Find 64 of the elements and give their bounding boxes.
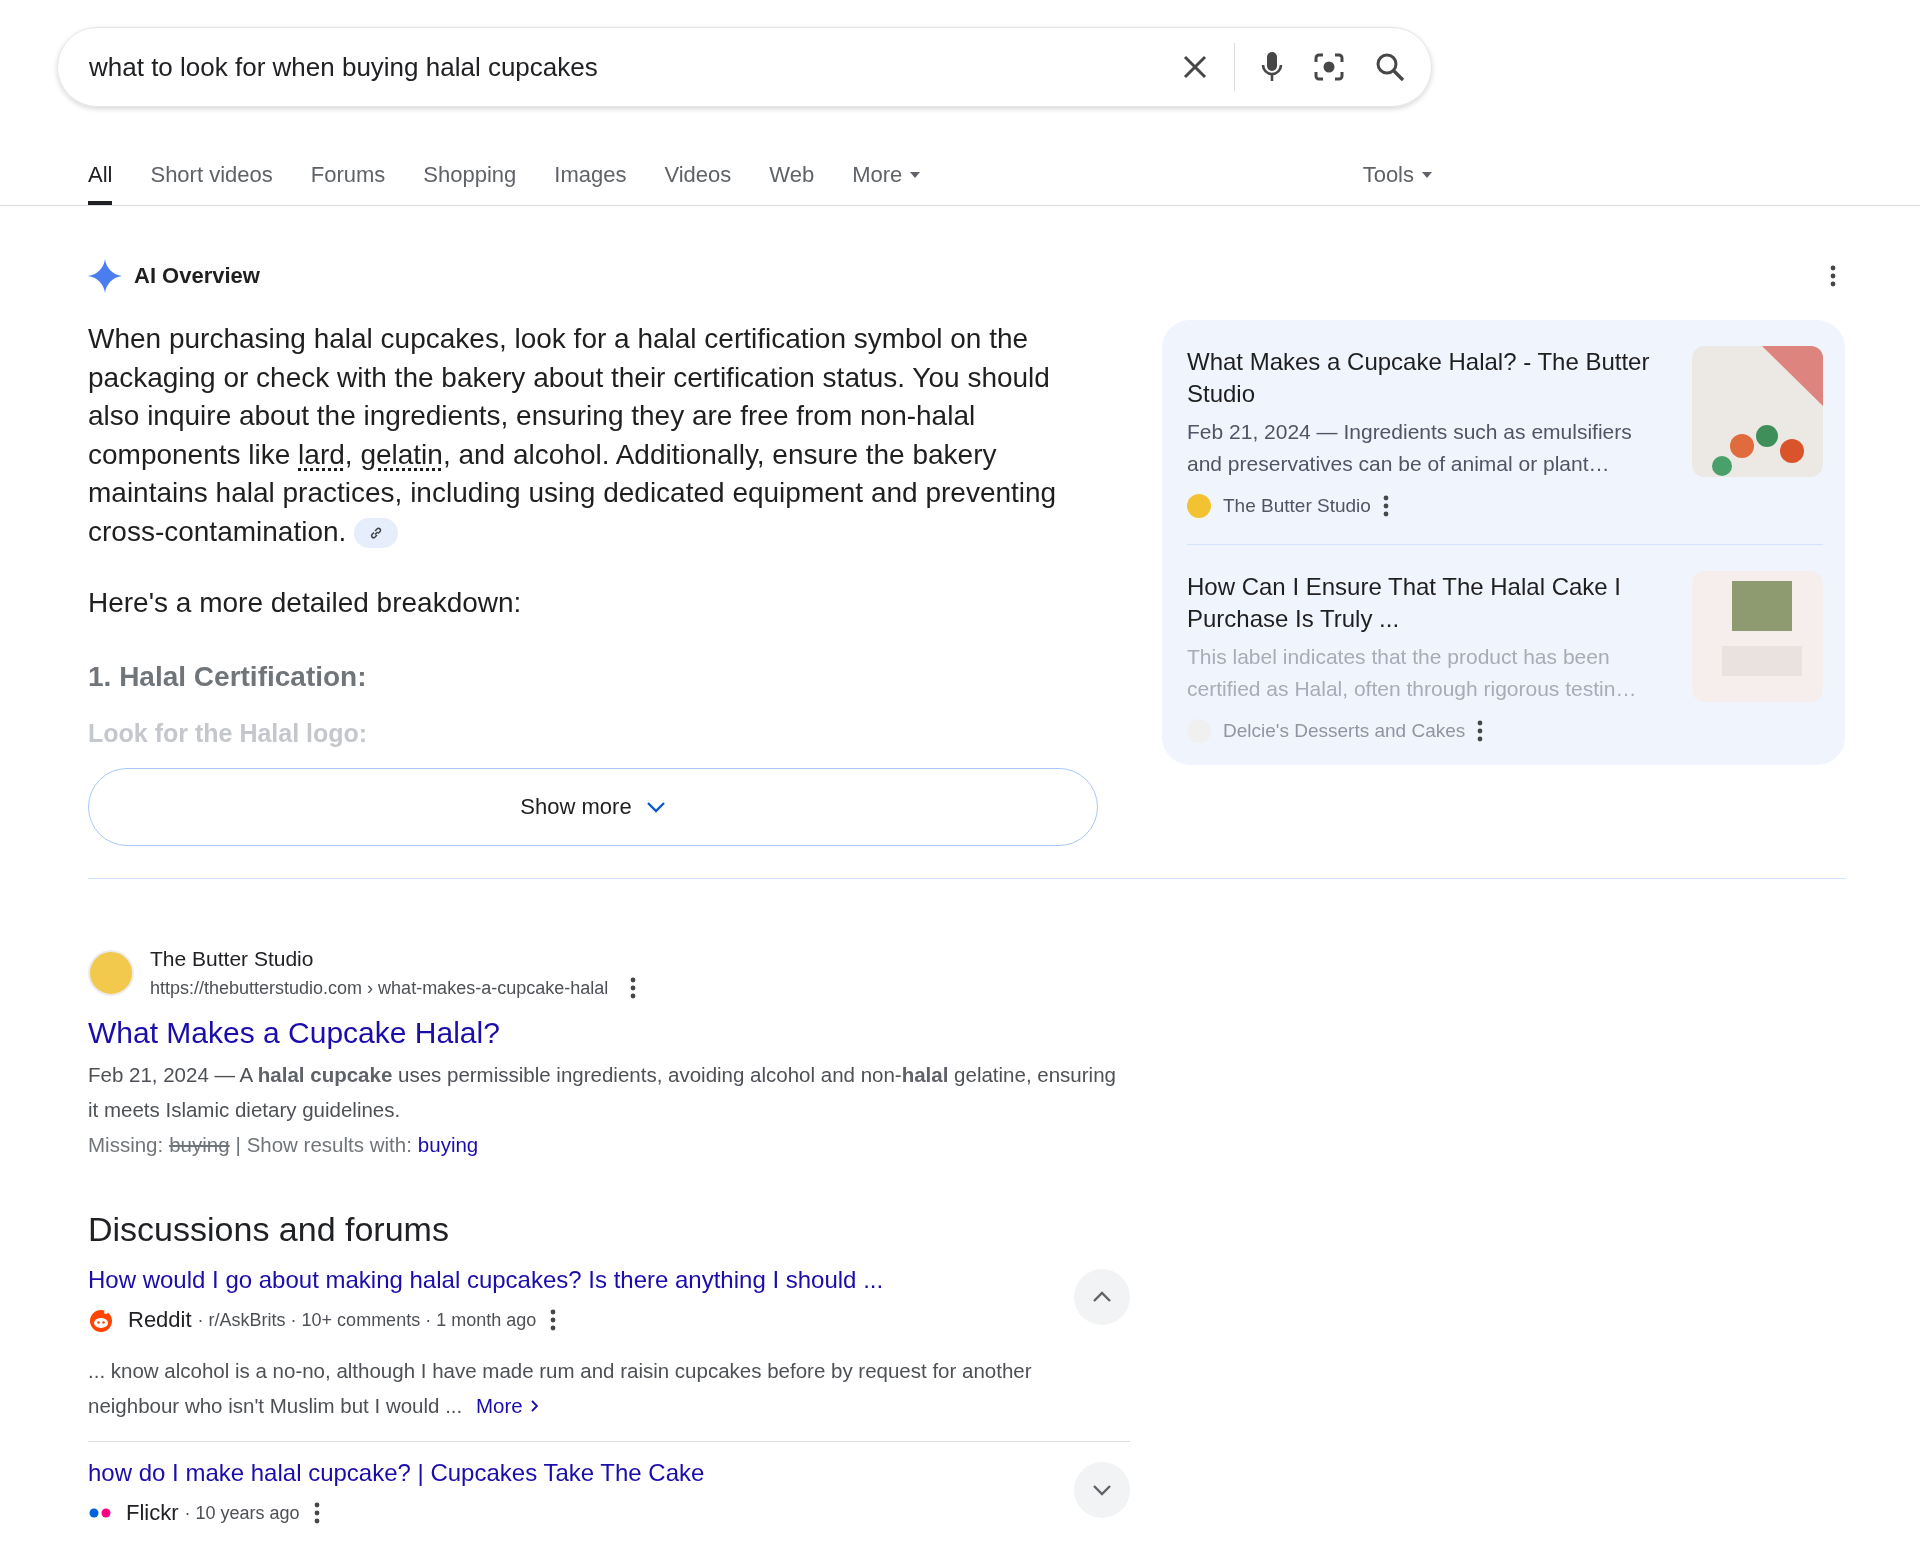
source-snippet: This label indicates that the product has been certified as Halal, often through rigorous testin…	[1187, 644, 1638, 702]
site-logo-icon	[88, 950, 134, 996]
search-icon[interactable]	[1375, 52, 1405, 82]
thread-meta: · r/AskBrits · 10+ comments · 1 month ago	[197, 1309, 537, 1331]
term-link[interactable]: lard	[298, 438, 345, 470]
source-site-name: The Butter Studio	[1223, 495, 1371, 517]
search-input[interactable]: what to look for when buying halal cupcakes	[89, 51, 1182, 83]
more-options-icon[interactable]	[1477, 720, 1484, 742]
chevron-down-icon	[1092, 1484, 1112, 1496]
section-heading: Discussions and forums	[88, 1210, 450, 1249]
forum-name: Flickr	[126, 1500, 179, 1526]
thread-title-link[interactable]: how do I make halal cupcake? | Cupcakes Take The Cake	[88, 1456, 705, 1490]
more-link[interactable]: More	[475, 1388, 538, 1423]
search-tab[interactable]: Images	[554, 145, 627, 205]
camera-icon[interactable]	[1313, 52, 1345, 82]
result-snippet: Feb 21, 2024 — A halal cupcake uses permissible ingredients, avoiding alcohol and non-halal gelatine, ensuring it meets Islamic dietary guidelines.	[88, 1062, 1117, 1123]
faded-subheading: Look for the Halal logo:	[88, 719, 369, 748]
search-tab[interactable]: More	[852, 145, 921, 205]
thread-title-link[interactable]: How would I go about making halal cupcakes? Is there anything I should ...	[88, 1263, 884, 1297]
search-tab[interactable]: Forums	[310, 145, 386, 205]
forum-name: Reddit	[128, 1307, 192, 1333]
close-icon[interactable]	[1182, 54, 1208, 80]
thread-snippet: ... know alcohol is a no-no, although I have made rum and raisin cupcakes before by request for another neighbour who isn't Muslim but I would ... More	[88, 1353, 1054, 1423]
section-title: AI Overview	[134, 263, 260, 289]
caret-icon	[1422, 172, 1432, 178]
two-dots-icon	[88, 1508, 112, 1518]
alien-head-icon	[88, 1308, 114, 1332]
chevron-right-icon	[530, 1399, 538, 1412]
more-options-icon[interactable]	[550, 1309, 557, 1331]
chevron-up-icon	[1092, 1291, 1112, 1303]
more-options-icon[interactable]	[1382, 495, 1389, 517]
more-options-icon[interactable]	[630, 977, 637, 999]
site-url: https://thebutterstudio.com › what-makes-a-cupcake-halal	[150, 977, 609, 999]
search-tab[interactable]: Web	[769, 145, 815, 205]
source-site-name: Delcie's Desserts and Cakes	[1223, 720, 1466, 742]
result-title-link[interactable]: What Makes a Cupcake Halal?	[88, 1013, 500, 1053]
caret-icon	[910, 172, 921, 178]
more-options-icon[interactable]	[313, 1502, 320, 1524]
missing-label: Missing:	[88, 1132, 164, 1158]
chevron-down-icon	[645, 801, 666, 813]
source-snippet: Feb 21, 2024 — Ingredients such as emulsifiers and preservatives can be of animal or plant…	[1187, 419, 1633, 477]
breakdown-intro: Here's a more detailed breakdown:	[88, 587, 523, 619]
show-results-link[interactable]: buying	[417, 1127, 479, 1162]
sparkle-icon	[88, 259, 122, 293]
tools-menu[interactable]: Tools	[1362, 145, 1432, 205]
show-results-label: | Show results with:	[235, 1132, 412, 1158]
search-tab[interactable]: Shopping	[423, 145, 517, 205]
show-more-button[interactable]: Show more	[88, 768, 1098, 846]
source-title[interactable]: How Can I Ensure That The Halal Cake I Purchase Is Truly ...	[1187, 571, 1670, 635]
overview-paragraph: When purchasing halal cupcakes, look for a halal certification symbol on the packaging or check with the bakery about their certification status. You should also inquire about the ingredients, ensuring they are free from non-halal components like lard, gelatin, and alcohol. Additionally, ensure the bakery maintains halal practices, including using dedicated equipment and preventing cross-contamination.	[88, 322, 1058, 551]
site-logo-icon	[1187, 494, 1211, 518]
term-link[interactable]: gelatin	[360, 438, 443, 470]
breakdown-heading: 1. Halal Certification:	[88, 661, 368, 693]
source-link-chip[interactable]	[354, 518, 399, 549]
search-tab[interactable]: Short videos	[150, 145, 273, 205]
search-tab[interactable]: All	[88, 145, 113, 205]
microphone-icon[interactable]	[1261, 51, 1283, 83]
source-title[interactable]: What Makes a Cupcake Halal? - The Butter Studio	[1187, 346, 1670, 410]
more-options-icon[interactable]	[1830, 265, 1836, 287]
missing-term: buying	[169, 1132, 230, 1158]
link-icon	[369, 526, 384, 541]
thread-meta: · 10 years ago	[184, 1502, 300, 1524]
site-name: The Butter Studio	[150, 947, 315, 971]
search-tab[interactable]: Videos	[664, 145, 732, 205]
